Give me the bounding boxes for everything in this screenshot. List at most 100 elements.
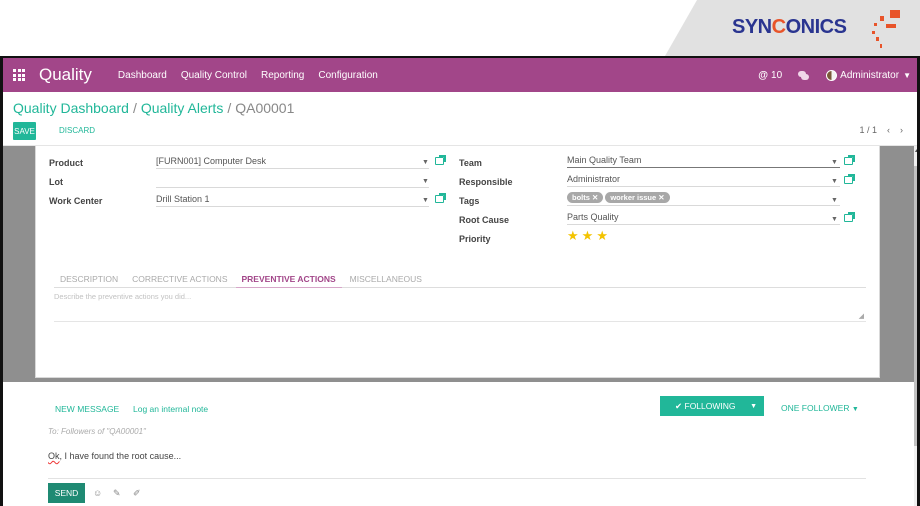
- responsible-external-link-icon[interactable]: [844, 174, 855, 184]
- chatter: NEW MESSAGE Log an internal note ✔ FOLLO…: [3, 382, 915, 506]
- chat-icon[interactable]: [798, 70, 810, 80]
- emoji-icon[interactable]: ☺: [93, 488, 102, 498]
- work-center-field[interactable]: Drill Station 1: [156, 191, 429, 207]
- tab-miscellaneous[interactable]: MISCELLANEOUS: [344, 270, 428, 288]
- priority-star-icon[interactable]: ★: [582, 229, 594, 242]
- lot-dropdown-icon[interactable]: ▼: [422, 178, 429, 185]
- root-cause-external-link-icon[interactable]: [844, 212, 855, 222]
- product-label: Product: [49, 158, 84, 168]
- work-center-dropdown-icon[interactable]: ▼: [422, 197, 429, 204]
- chevron-down-icon: ▼: [851, 406, 859, 413]
- textarea-placeholder: Describe the preventive actions you did.…: [54, 292, 192, 301]
- breadcrumb: Quality Dashboard / Quality Alerts / QA00001: [13, 100, 294, 116]
- tab-corrective-actions[interactable]: CORRECTIVE ACTIONS: [126, 270, 233, 288]
- full-composer-icon[interactable]: ✐: [133, 488, 141, 499]
- navbar-right: @ 10 Administrator ▼: [758, 58, 911, 92]
- avatar[interactable]: [826, 69, 838, 81]
- logo-text-c: C: [771, 16, 786, 38]
- tag-remove-icon[interactable]: ✕: [658, 193, 664, 202]
- composer-divider: [48, 478, 866, 479]
- pager-value[interactable]: 1 / 1: [859, 125, 877, 135]
- pager: 1 / 1 ‹ ›: [859, 125, 903, 135]
- message-first-word: Ok: [48, 451, 60, 461]
- send-button[interactable]: SEND: [48, 483, 85, 503]
- tag-label: bolts: [572, 193, 590, 202]
- scroll-up-icon[interactable]: ▲: [914, 148, 917, 154]
- app-title[interactable]: Quality: [39, 65, 92, 85]
- team-dropdown-icon[interactable]: ▼: [831, 159, 838, 166]
- team-external-link-icon[interactable]: [844, 155, 855, 165]
- work-center-value: Drill Station 1: [156, 193, 210, 204]
- chevron-down-icon[interactable]: ▼: [903, 71, 911, 80]
- mentions-button[interactable]: @ 10: [758, 70, 782, 81]
- priority-star-icon[interactable]: ★: [567, 229, 579, 242]
- nav-reporting[interactable]: Reporting: [261, 70, 304, 81]
- lot-field[interactable]: [156, 172, 429, 188]
- nav-dashboard[interactable]: Dashboard: [118, 70, 167, 81]
- branding-band: SYNCONICS: [0, 0, 920, 56]
- following-button[interactable]: ✔ FOLLOWING ▼: [660, 396, 764, 416]
- root-cause-label: Root Cause: [459, 215, 510, 225]
- scroll-thumb[interactable]: [914, 166, 917, 446]
- message-rest: , I have found the root cause...: [59, 451, 182, 461]
- product-external-link-icon[interactable]: [435, 155, 446, 165]
- preventive-actions-textarea[interactable]: Describe the preventive actions you did.…: [54, 292, 866, 322]
- responsible-value: Administrator: [567, 173, 621, 184]
- pager-next-icon[interactable]: ›: [900, 125, 903, 135]
- product-value: [FURN001] Computer Desk: [156, 155, 267, 166]
- tag-remove-icon[interactable]: ✕: [592, 193, 598, 202]
- check-icon: ✔: [675, 400, 683, 411]
- notifications-count: 10: [771, 69, 783, 81]
- tab-preventive-actions[interactable]: PREVENTIVE ACTIONS: [235, 270, 342, 288]
- control-panel: Quality Dashboard / Quality Alerts / QA00001…: [3, 92, 917, 146]
- root-cause-dropdown-icon[interactable]: ▼: [831, 216, 838, 223]
- responsible-dropdown-icon[interactable]: ▼: [831, 178, 838, 185]
- attachment-icon[interactable]: ✎: [113, 488, 121, 499]
- tags-dropdown-icon[interactable]: ▼: [831, 197, 838, 204]
- breadcrumb-current: QA00001: [235, 100, 295, 116]
- team-label: Team: [459, 158, 482, 168]
- work-center-external-link-icon[interactable]: [435, 193, 446, 203]
- product-dropdown-icon[interactable]: ▼: [422, 159, 429, 166]
- nav-quality-control[interactable]: Quality Control: [181, 70, 247, 81]
- following-label: FOLLOWING: [684, 401, 736, 411]
- page-scrollbar[interactable]: ▲: [914, 146, 917, 506]
- team-value: Main Quality Team: [567, 154, 642, 165]
- breadcrumb-quality-dashboard[interactable]: Quality Dashboard: [13, 100, 129, 116]
- root-cause-value: Parts Quality: [567, 211, 619, 222]
- user-menu[interactable]: Administrator: [840, 70, 899, 81]
- synconics-logo: SYNCONICS: [732, 16, 847, 39]
- tag-worker-issue: worker issue ✕: [605, 192, 670, 203]
- notebook-tabs: DESCRIPTION CORRECTIVE ACTIONS PREVENTIV…: [54, 270, 866, 288]
- lot-label: Lot: [49, 177, 63, 187]
- tags-label: Tags: [459, 196, 480, 206]
- log-note-button[interactable]: Log an internal note: [133, 404, 208, 414]
- logo-text-suffix: ONICS: [785, 16, 847, 38]
- tag-bolts: bolts ✕: [567, 192, 604, 203]
- breadcrumb-quality-alerts[interactable]: Quality Alerts: [141, 100, 223, 116]
- product-field[interactable]: [FURN001] Computer Desk: [156, 153, 429, 169]
- apps-grid-icon[interactable]: [13, 69, 27, 81]
- tags-field[interactable]: bolts ✕ worker issue ✕: [567, 190, 840, 206]
- new-message-button[interactable]: NEW MESSAGE: [55, 404, 119, 414]
- pager-prev-icon[interactable]: ‹: [887, 125, 890, 135]
- following-dropdown-icon[interactable]: ▼: [750, 403, 757, 410]
- tag-label: worker issue: [610, 193, 657, 202]
- main-navbar: Quality Dashboard Quality Control Report…: [3, 58, 917, 92]
- resize-handle-icon[interactable]: ◢: [859, 312, 864, 320]
- work-center-label: Work Center: [49, 196, 103, 206]
- form-sheet: Product [FURN001] Computer Desk ▼ Lot ▼ …: [35, 146, 880, 378]
- team-field[interactable]: Main Quality Team: [567, 152, 840, 168]
- save-button[interactable]: SAVE: [13, 122, 36, 140]
- message-input[interactable]: Ok, I have found the root cause...: [48, 451, 181, 461]
- discard-button[interactable]: DISCARD: [59, 126, 95, 135]
- followers-button[interactable]: ONE FOLLOWER ▼: [781, 403, 859, 413]
- logo-dots-icon: [862, 6, 902, 50]
- tab-description[interactable]: DESCRIPTION: [54, 270, 124, 288]
- responsible-field[interactable]: Administrator: [567, 171, 840, 187]
- responsible-label: Responsible: [459, 177, 513, 187]
- nav-configuration[interactable]: Configuration: [318, 70, 377, 81]
- priority-star-icon[interactable]: ★: [596, 229, 608, 242]
- root-cause-field[interactable]: Parts Quality: [567, 209, 840, 225]
- logo-text-prefix: SYN: [732, 16, 772, 38]
